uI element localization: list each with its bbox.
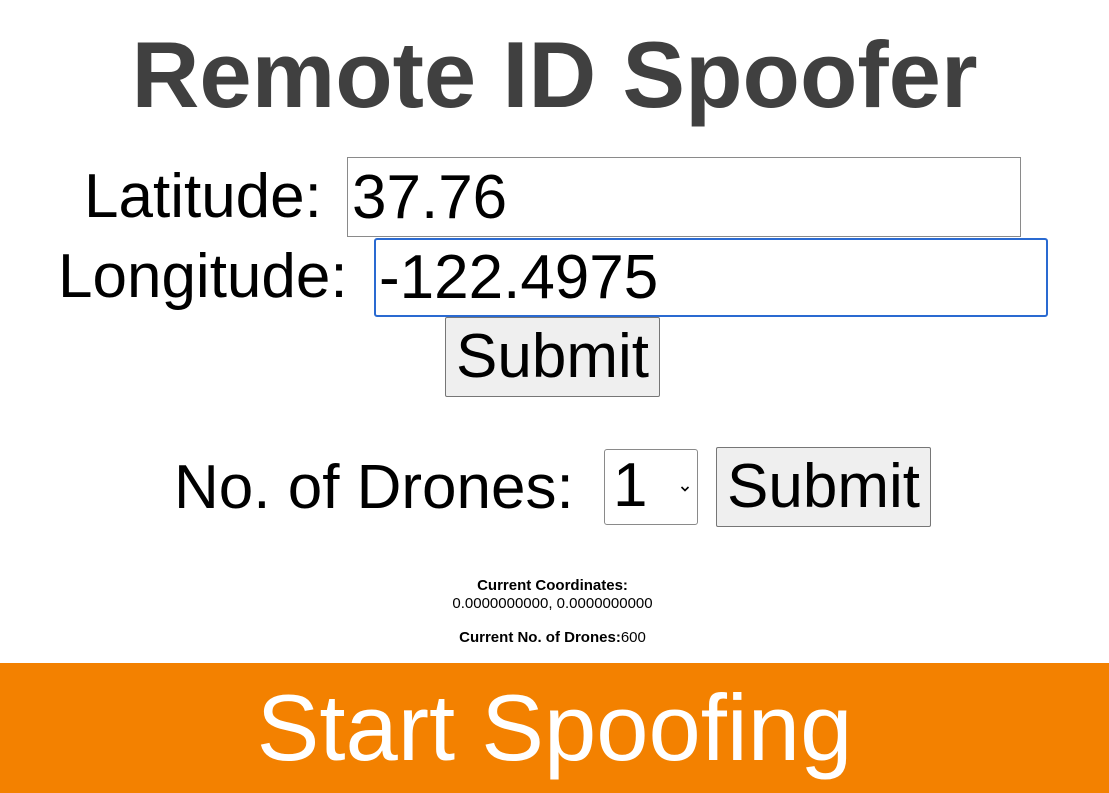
longitude-input[interactable] <box>374 238 1048 317</box>
drones-label: No. of Drones: <box>174 453 574 522</box>
current-drones: Current No. of Drones:600 <box>0 629 1105 647</box>
coordinates-label-text: Current Coordinates: <box>477 577 628 594</box>
current-coordinates-value: 0.0000000000, 0.0000000000 <box>452 595 653 612</box>
coordinates-submit-button[interactable]: Submit <box>445 317 660 397</box>
drones-submit-button[interactable]: Submit <box>716 447 931 527</box>
chevron-down-icon <box>680 486 690 492</box>
page-title: Remote ID Spoofer <box>131 22 978 127</box>
page: Remote ID Spoofer Latitude: Longitude: S… <box>0 0 1109 793</box>
drones-count-value: 600 <box>620 629 646 646</box>
drones-count-label: Current No. of Drones: <box>459 629 621 646</box>
latitude-input[interactable] <box>347 157 1021 237</box>
longitude-label: Longitude: <box>58 242 348 311</box>
drones-select-value: 1 <box>613 451 648 520</box>
drones-select[interactable]: 1 <box>604 449 698 525</box>
current-coordinates-label: Current Coordinates: <box>0 577 1105 595</box>
start-spoofing-button[interactable]: Start Spoofing <box>0 663 1109 793</box>
latitude-label: Latitude: <box>84 162 322 231</box>
